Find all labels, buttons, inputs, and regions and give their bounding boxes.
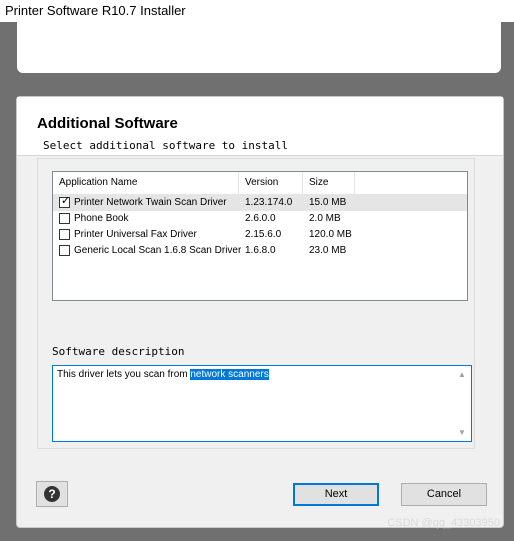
window-title: Printer Software R10.7 Installer (5, 3, 186, 18)
software-groupbox: Application Name Version Size ✓ Printer … (37, 158, 475, 449)
description-textarea[interactable]: This driver lets you scan from network s… (52, 365, 472, 442)
column-header-name[interactable]: Application Name (53, 172, 239, 194)
row-version: 2.6.0.0 (245, 213, 276, 224)
row-checkbox[interactable] (59, 229, 70, 240)
column-header-size[interactable]: Size (303, 172, 355, 194)
description-scrollbar[interactable]: ▲ ▼ (454, 366, 471, 441)
dialog-title: Additional Software (37, 115, 178, 132)
row-checkbox[interactable]: ✓ (59, 195, 71, 208)
row-version: 2.15.6.0 (245, 229, 282, 240)
row-name: Printer Network Twain Scan Driver (74, 197, 227, 208)
row-name: Printer Universal Fax Driver (74, 229, 197, 240)
dialog-header: Additional Software Select additional so… (17, 97, 503, 156)
check-icon: ✓ (61, 195, 71, 207)
scroll-down-icon[interactable]: ▼ (458, 428, 466, 437)
cancel-button[interactable]: Cancel (401, 483, 487, 506)
row-name: Phone Book (74, 213, 129, 224)
description-text: This driver lets you scan from network s… (57, 369, 269, 380)
row-size: 15.0 MB (309, 197, 347, 208)
row-name: Generic Local Scan 1.6.8 Scan Driver (74, 245, 242, 256)
dialog-subtitle: Select additional software to install (43, 139, 289, 152)
row-version: 1.6.8.0 (245, 245, 276, 256)
row-checkbox[interactable] (59, 245, 70, 256)
table-row[interactable]: ✓ Printer Network Twain Scan Driver 1.23… (53, 195, 467, 211)
description-label: Software description (52, 345, 185, 358)
row-size: 2.0 MB (309, 213, 341, 224)
background-panel (17, 18, 501, 73)
help-icon: ? (44, 486, 60, 502)
table-row[interactable]: Generic Local Scan 1.6.8 Scan Driver 1.6… (53, 243, 467, 259)
row-checkbox[interactable] (59, 213, 70, 224)
scroll-up-icon[interactable]: ▲ (458, 370, 466, 379)
row-size: 120.0 MB (309, 229, 352, 240)
help-button[interactable]: ? (36, 481, 68, 507)
additional-software-dialog: Additional Software Select additional so… (16, 96, 504, 528)
table-row[interactable]: Printer Universal Fax Driver 2.15.6.0 12… (53, 227, 467, 243)
description-text-plain: This driver lets you scan from (57, 369, 191, 380)
description-text-selected: network scanners (190, 369, 269, 380)
row-size: 23.0 MB (309, 245, 347, 256)
row-version: 1.23.174.0 (245, 197, 293, 208)
column-header-version[interactable]: Version (239, 172, 303, 194)
table-header: Application Name Version Size (53, 172, 467, 195)
software-table[interactable]: Application Name Version Size ✓ Printer … (52, 171, 468, 301)
watermark: CSDN @qq_43303950 (387, 517, 500, 529)
table-row[interactable]: Phone Book 2.6.0.0 2.0 MB (53, 211, 467, 227)
next-button[interactable]: Next (293, 483, 379, 506)
